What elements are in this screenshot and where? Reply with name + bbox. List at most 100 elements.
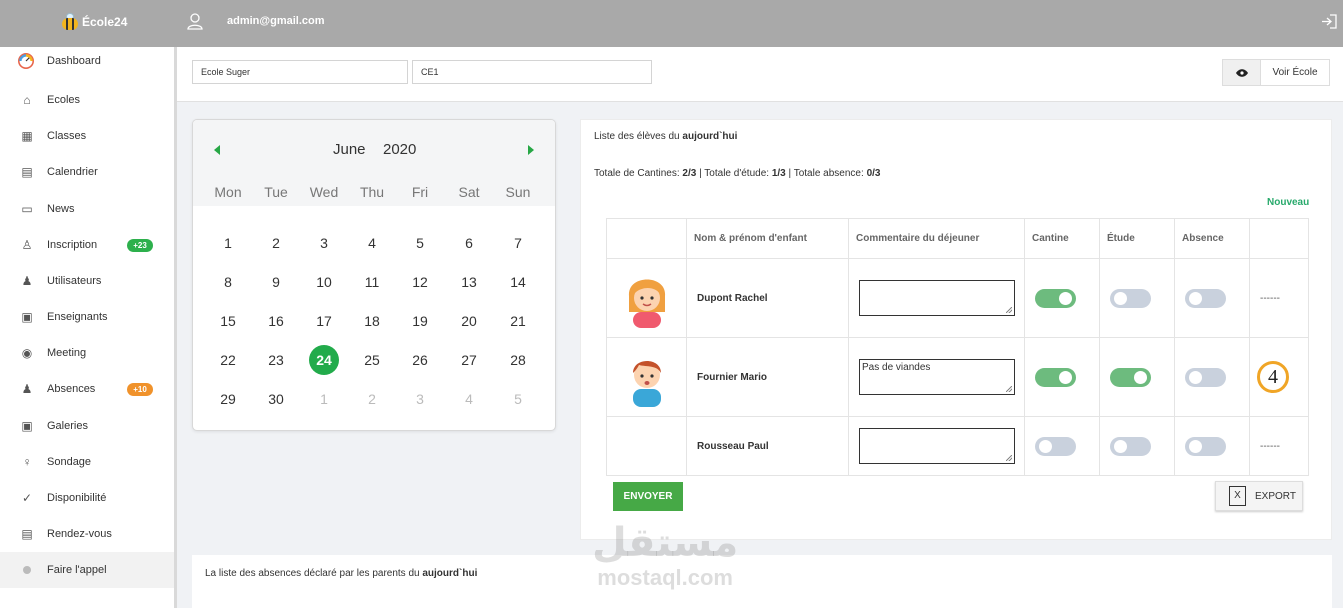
toggle-knob	[1059, 370, 1072, 384]
cantine-toggle[interactable]	[1035, 367, 1076, 387]
calendar-day[interactable]: 19	[405, 306, 435, 336]
sidebar-item[interactable]: ▤ Calendrier	[0, 154, 174, 190]
sidebar-item[interactable]: ▭ News	[0, 191, 174, 227]
watermark: مستقل mostaql.com	[592, 520, 738, 590]
etude-toggle[interactable]	[1110, 367, 1151, 387]
grid-icon: ▦	[21, 129, 33, 143]
absence-cell	[1174, 337, 1250, 417]
column-header: Cantine	[1024, 218, 1100, 259]
dot-icon	[20, 563, 34, 577]
count-badge: +10	[127, 382, 153, 396]
class-select[interactable]: CE1	[412, 60, 652, 84]
calendar-day[interactable]: 10	[309, 267, 339, 297]
calendar-day[interactable]: 5	[405, 228, 435, 258]
calendar-day[interactable]: 3	[405, 384, 435, 414]
calendar-day[interactable]: 12	[405, 267, 435, 297]
etude-cell	[1099, 337, 1175, 417]
users-icon: ♟	[21, 274, 33, 288]
calendar-day[interactable]: 17	[309, 306, 339, 336]
calendar-day[interactable]: 22	[213, 345, 243, 375]
cantine-toggle[interactable]	[1035, 436, 1076, 456]
calendar-day[interactable]: 4	[357, 228, 387, 258]
calendar-day[interactable]: 18	[357, 306, 387, 336]
user-email[interactable]: admin@gmail.com	[227, 15, 325, 27]
sidebar-item-label: Inscription	[47, 239, 98, 251]
next-month-icon[interactable]	[528, 145, 534, 155]
absence-toggle[interactable]	[1185, 367, 1226, 387]
sidebar-item[interactable]: ◉ Meeting	[0, 335, 174, 371]
absences-panel: La liste des absences déclaré par les pa…	[192, 555, 1332, 608]
voir-ecole-button[interactable]: Voir École	[1222, 59, 1330, 86]
calendar-day[interactable]: 2	[357, 384, 387, 414]
calendar-day[interactable]: 9	[261, 267, 291, 297]
nouveau-link[interactable]: Nouveau	[1267, 197, 1309, 208]
column-header: Absence	[1174, 218, 1250, 259]
school-select[interactable]: Ecole Suger	[192, 60, 408, 84]
number-badge: 4	[1257, 361, 1289, 393]
user-icon[interactable]	[187, 13, 203, 30]
calendar-day[interactable]: 3	[309, 228, 339, 258]
calendar-day[interactable]: 24	[309, 345, 339, 375]
calendar-day[interactable]: 14	[503, 267, 533, 297]
calendar-day[interactable]: 30	[261, 384, 291, 414]
extra-cell: ------	[1249, 258, 1309, 338]
toggle-knob	[1134, 370, 1147, 384]
calendar-day[interactable]: 16	[261, 306, 291, 336]
etude-total-value: 1/3	[771, 168, 786, 179]
bee-logo-icon	[60, 13, 80, 31]
calendar-day[interactable]: 8	[213, 267, 243, 297]
calendar-day[interactable]: 25	[357, 345, 387, 375]
etude-toggle[interactable]	[1110, 288, 1151, 308]
cantine-toggle[interactable]	[1035, 288, 1076, 308]
calendar-day[interactable]: 5	[503, 384, 533, 414]
calendar-day[interactable]: 29	[213, 384, 243, 414]
calendar-day[interactable]: 4	[454, 384, 484, 414]
absences-panel-title: La liste des absences déclaré par les pa…	[205, 568, 477, 579]
sidebar-item[interactable]: Dashboard	[0, 43, 174, 79]
calendar-day[interactable]: 21	[503, 306, 533, 336]
absence-toggle[interactable]	[1185, 436, 1226, 456]
lunch-comment-textarea[interactable]	[859, 280, 1015, 316]
sidebar-item[interactable]: ♟ Utilisateurs	[0, 263, 174, 299]
sidebar-item[interactable]: ♀ Sondage	[0, 444, 174, 480]
sidebar-item[interactable]: ✓ Disponibilité	[0, 480, 174, 516]
sidebar-item[interactable]: ♙ Inscription +23	[0, 227, 174, 263]
calendar-day[interactable]: 1	[213, 228, 243, 258]
calendar-day[interactable]: 20	[454, 306, 484, 336]
calendar-day[interactable]: 1	[309, 384, 339, 414]
lunch-comment-textarea[interactable]	[859, 428, 1015, 464]
cantine-cell	[1024, 337, 1100, 417]
sidebar-item[interactable]: ▣ Galeries	[0, 408, 174, 444]
calendar-day[interactable]: 13	[454, 267, 484, 297]
avatar-cell	[606, 337, 687, 417]
calendar-day[interactable]: 28	[503, 345, 533, 375]
sidebar-item[interactable]: ▦ Classes	[0, 118, 174, 154]
calendar-day[interactable]: 11	[357, 267, 387, 297]
title-prefix: Liste des élèves du	[594, 131, 680, 142]
app-logo[interactable]: École24	[60, 13, 127, 31]
previous-month-icon[interactable]	[214, 145, 220, 155]
sidebar-item[interactable]: ⌂ Ecoles	[0, 82, 174, 118]
student-name: Rousseau Paul	[686, 416, 849, 476]
calendar-day[interactable]: 23	[261, 345, 291, 375]
sidebar-item[interactable]: ▤ Rendez-vous	[0, 516, 174, 552]
envoyer-button[interactable]: ENVOYER	[613, 482, 683, 511]
calendar-day[interactable]: 26	[405, 345, 435, 375]
column-header: Nom & prénom d'enfant	[686, 218, 849, 259]
students-table: Nom & prénom d'enfant Commentaire du déje…	[606, 218, 1309, 476]
absence-toggle[interactable]	[1185, 288, 1226, 308]
calendar-day[interactable]: 6	[454, 228, 484, 258]
sidebar: Dashboard ⌂ Ecoles ▦ Classes ▤ Calendrier ▭ News…	[0, 47, 174, 608]
lunch-comment-textarea[interactable]: Pas de viandes	[859, 359, 1015, 395]
weekday-label: Fri	[411, 184, 429, 200]
calendar-day[interactable]: 2	[261, 228, 291, 258]
calendar-day[interactable]: 7	[503, 228, 533, 258]
logout-icon[interactable]	[1321, 13, 1337, 30]
calendar-day[interactable]: 15	[213, 306, 243, 336]
sidebar-item[interactable]: Faire l'appel	[0, 552, 174, 588]
etude-toggle[interactable]	[1110, 436, 1151, 456]
sidebar-item[interactable]: ▣ Enseignants	[0, 299, 174, 335]
sidebar-item[interactable]: ♟ Absences +10	[0, 371, 174, 407]
export-button[interactable]: X EXPORT	[1215, 481, 1303, 511]
calendar-day[interactable]: 27	[454, 345, 484, 375]
